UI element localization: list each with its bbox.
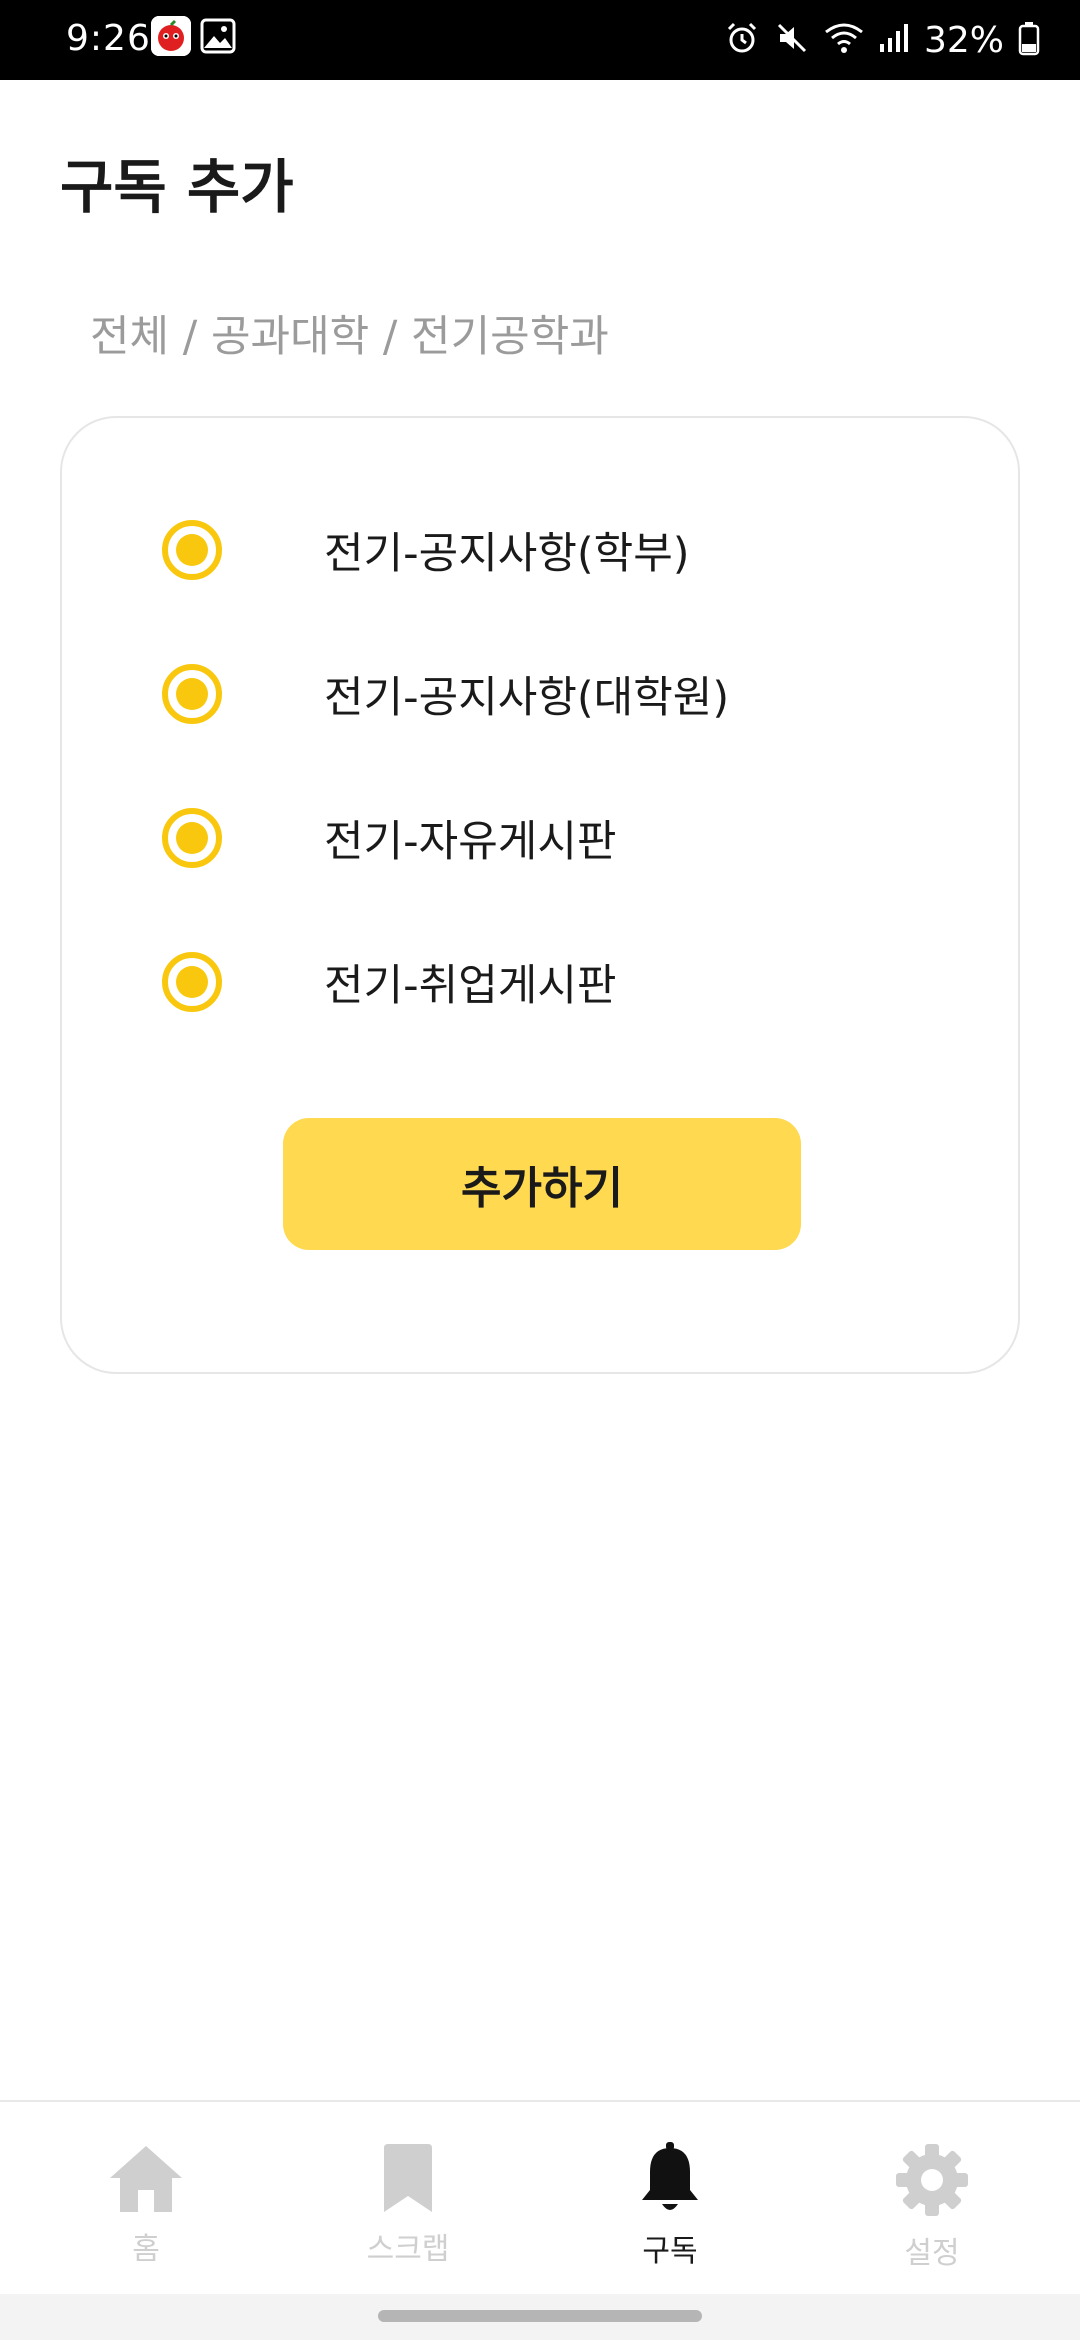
battery-percent: 32% (923, 19, 1004, 61)
page-title: 구독 추가 (60, 153, 294, 221)
option-label: 전기-공지사항(대학원) (324, 673, 730, 723)
mute-icon (774, 20, 810, 60)
nav-item-scrap[interactable]: 스크랩 (308, 2142, 508, 2272)
bell-icon (638, 2142, 702, 2220)
radio-button[interactable] (162, 952, 222, 1012)
battery-icon (1018, 20, 1040, 60)
bottom-nav: 홈 스크랩 구독 설정 (0, 2100, 1080, 2294)
bookmark-icon (378, 2142, 438, 2218)
option-item[interactable]: 전기-취업게시판 (162, 932, 922, 1032)
option-label: 전기-취업게시판 (324, 961, 617, 1011)
alarm-icon (724, 20, 760, 60)
option-item[interactable]: 전기-공지사항(대학원) (162, 644, 922, 744)
status-time: 9:26 (66, 18, 151, 59)
nav-label-home: 홈 (132, 2232, 160, 2267)
nav-item-settings[interactable]: 설정 (832, 2142, 1032, 2272)
status-bar: 9:26 32% (0, 0, 1080, 80)
option-item[interactable]: 전기-공지사항(학부) (162, 500, 922, 600)
subscription-options-card: 전기-공지사항(학부) 전기-공지사항(대학원) 전기-자유게시판 전기-취업게… (60, 416, 1020, 1374)
radio-selected-dot (176, 534, 208, 566)
status-icons: 32% (724, 16, 1040, 64)
radio-button[interactable] (162, 520, 222, 580)
radio-selected-dot (176, 822, 208, 854)
game-app-icon (151, 16, 191, 56)
radio-selected-dot (176, 678, 208, 710)
add-subscription-button[interactable]: 추가하기 (283, 1118, 801, 1250)
signal-icon (878, 20, 910, 60)
home-gesture-bar[interactable] (378, 2310, 702, 2322)
radio-selected-dot (176, 966, 208, 998)
gesture-area (0, 2294, 1080, 2340)
nav-label-scrap: 스크랩 (366, 2232, 450, 2267)
radio-button[interactable] (162, 664, 222, 724)
home-icon (108, 2142, 184, 2218)
nav-label-settings: 설정 (904, 2236, 960, 2271)
wifi-icon (824, 20, 864, 60)
option-label: 전기-자유게시판 (324, 817, 617, 867)
nav-item-home[interactable]: 홈 (46, 2142, 246, 2272)
gallery-icon (198, 16, 238, 56)
gear-icon (894, 2142, 970, 2222)
radio-button[interactable] (162, 808, 222, 868)
breadcrumb[interactable]: 전체 / 공과대학 / 전기공학과 (90, 302, 609, 364)
nav-item-subscribe[interactable]: 구독 (570, 2142, 770, 2272)
option-label: 전기-공지사항(학부) (324, 529, 690, 579)
nav-label-subscribe: 구독 (642, 2234, 698, 2269)
option-item[interactable]: 전기-자유게시판 (162, 788, 922, 888)
